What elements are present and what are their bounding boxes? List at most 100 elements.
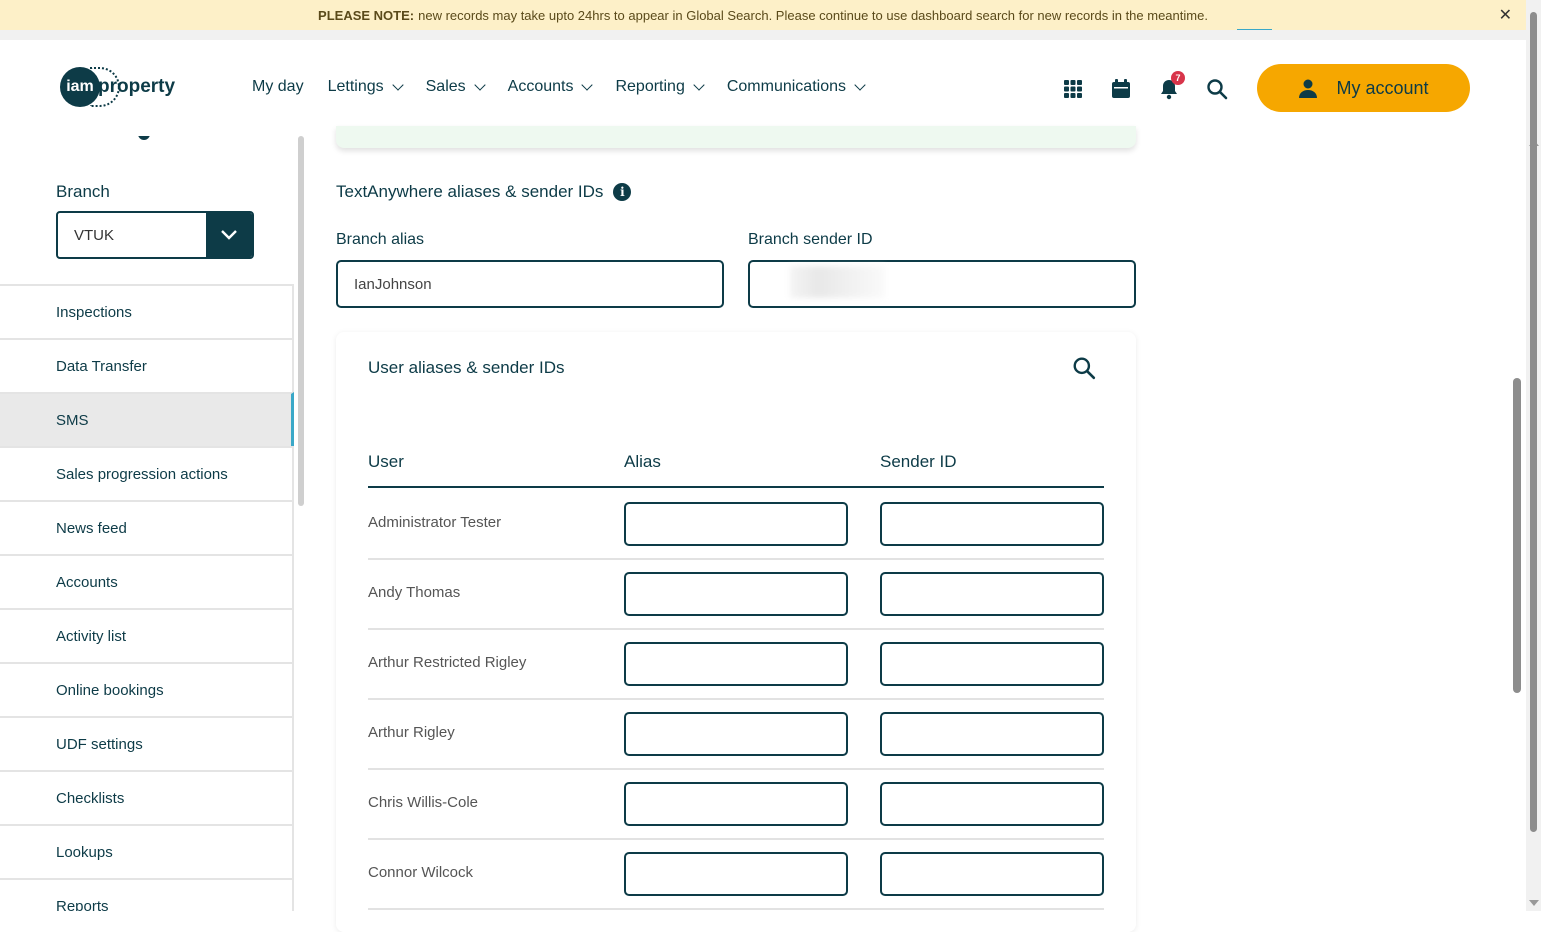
page-scrollbar-thumb[interactable]	[1530, 12, 1537, 832]
sidebar-item-activity-list[interactable]: Activity list	[0, 608, 294, 662]
user-aliases-card: User aliases & sender IDs User Alias Sen…	[336, 332, 1136, 932]
banner-gap	[0, 30, 1526, 40]
branch-alias-label: Branch alias	[336, 231, 425, 248]
chevron-down-icon	[693, 78, 705, 91]
alias-input[interactable]	[624, 642, 848, 686]
scroll-down-arrow-icon[interactable]	[1529, 900, 1539, 906]
chevron-down-icon	[854, 78, 866, 91]
nav-communications[interactable]: Communications	[726, 78, 866, 96]
column-header-user: User	[368, 452, 404, 471]
sender-id-input[interactable]	[880, 782, 1104, 826]
chevron-down-icon	[391, 78, 404, 91]
alias-input[interactable]	[624, 782, 848, 826]
sidebar-item-checklists[interactable]: Checklists	[0, 770, 294, 824]
nav-accounts[interactable]: Accounts	[507, 78, 594, 96]
search-icon[interactable]	[1206, 78, 1228, 100]
nav-sales[interactable]: Sales	[425, 78, 486, 96]
column-header-alias: Alias	[624, 452, 661, 471]
nav-label: Accounts	[507, 78, 574, 95]
user-name: Administrator Tester	[368, 514, 502, 531]
column-header-sender-id: Sender ID	[880, 452, 957, 471]
sidebar-item-udf-settings[interactable]: UDF settings	[0, 716, 294, 770]
sidebar-item-label: Online bookings	[56, 681, 164, 699]
sidebar-item-reports[interactable]: Reports	[0, 878, 294, 911]
search-icon[interactable]	[1072, 356, 1096, 380]
chevron-down-icon	[581, 78, 594, 91]
sidebar-scrollbar[interactable]	[298, 136, 304, 506]
alias-input[interactable]	[624, 572, 848, 616]
branch-select-value: VTUK	[74, 226, 115, 244]
nav-label: Sales	[425, 78, 466, 95]
nav-lettings[interactable]: Lettings	[327, 78, 404, 96]
top-header: iam property My day Lettings Sales Accou…	[0, 40, 1526, 136]
alias-input[interactable]	[624, 852, 848, 896]
sidebar-item-news-feed[interactable]: News feed	[0, 500, 294, 554]
user-name: Chris Willis-Cole	[368, 794, 479, 811]
sidebar-item-sales-progression-actions[interactable]: Sales progression actions	[0, 446, 294, 500]
branch-select[interactable]: VTUK	[56, 211, 254, 259]
branch-alias-input[interactable]	[336, 260, 724, 308]
main-nav: My day Lettings Sales Accounts Reporting…	[252, 78, 888, 96]
table-row: Chris Willis-Cole	[368, 770, 1104, 840]
table-row: Connor Wilcock	[368, 840, 1104, 910]
sidebar-item-label: Reports	[56, 897, 109, 912]
sidebar-item-online-bookings[interactable]: Online bookings	[0, 662, 294, 716]
table-row: Andy Thomas	[368, 560, 1104, 630]
sidebar-item-inspections[interactable]: Inspections	[0, 284, 294, 338]
nav-label: Reporting	[615, 78, 685, 95]
user-name: Andy Thomas	[368, 584, 461, 601]
alias-input[interactable]	[624, 502, 848, 546]
sender-id-input[interactable]	[880, 712, 1104, 756]
nav-label: Lettings	[327, 78, 384, 95]
sender-id-input[interactable]	[880, 852, 1104, 896]
sidebar-item-label: UDF settings	[56, 735, 143, 753]
sidebar-item-accounts[interactable]: Accounts	[0, 554, 294, 608]
nav-reporting[interactable]: Reporting	[615, 78, 705, 96]
logo-word: property	[98, 76, 176, 97]
my-account-label: My account	[1336, 77, 1429, 98]
nav-label: My day	[252, 78, 304, 95]
page-scrollbar[interactable]	[1526, 0, 1541, 911]
branch-select-toggle[interactable]	[206, 213, 252, 257]
sidebar-item-label: Inspections	[56, 303, 132, 321]
sidebar-heading-fragment	[138, 136, 150, 140]
user-icon	[1299, 79, 1318, 98]
textanywhere-section-title: TextAnywhere aliases & sender IDs i	[336, 182, 632, 202]
table-row: Arthur Rigley	[368, 700, 1104, 770]
redacted-value	[790, 266, 885, 298]
apps-grid-icon[interactable]	[1062, 78, 1084, 100]
sidebar-item-lookups[interactable]: Lookups	[0, 824, 294, 878]
sidebar-item-label: Checklists	[56, 789, 125, 807]
user-name: Arthur Restricted Rigley	[368, 654, 527, 671]
sidebar-item-label: Lookups	[56, 843, 113, 861]
alias-input[interactable]	[624, 712, 848, 756]
close-icon[interactable]: ✕	[1499, 5, 1512, 25]
sidebar-item-label: Activity list	[56, 627, 127, 645]
sender-id-input[interactable]	[880, 572, 1104, 616]
calendar-icon[interactable]	[1110, 78, 1132, 100]
status-card-edge	[336, 126, 1136, 148]
sidebar-item-sms[interactable]: SMS	[0, 392, 294, 446]
table-row: Arthur Restricted Rigley	[368, 630, 1104, 700]
sidebar-item-label: Accounts	[56, 573, 118, 591]
chevron-down-icon	[221, 230, 237, 240]
info-icon[interactable]: i	[613, 183, 632, 201]
settings-sidebar: Branch VTUK Inspections Data Transfer SM…	[0, 136, 294, 911]
sidebar-item-label: Data Transfer	[56, 357, 147, 375]
notice-banner: PLEASE NOTE: new records may take upto 2…	[0, 0, 1526, 31]
user-name: Connor Wilcock	[368, 864, 474, 881]
nav-my-day[interactable]: My day	[252, 78, 304, 96]
my-account-button[interactable]: My account	[1257, 64, 1470, 112]
sidebar-menu: Inspections Data Transfer SMS Sales prog…	[0, 284, 294, 911]
table-row: Administrator Tester	[368, 490, 1104, 560]
sidebar-item-data-transfer[interactable]: Data Transfer	[0, 338, 294, 392]
user-aliases-title: User aliases & sender IDs	[368, 358, 565, 377]
logo[interactable]: iam property	[60, 67, 175, 107]
sidebar-item-label: SMS	[56, 411, 89, 429]
branch-sender-id-label: Branch sender ID	[748, 231, 873, 248]
content-scrollbar-thumb[interactable]	[1513, 378, 1521, 693]
section-title-text: TextAnywhere aliases & sender IDs	[336, 182, 604, 201]
sender-id-input[interactable]	[880, 642, 1104, 686]
sender-id-input[interactable]	[880, 502, 1104, 546]
nav-label: Communications	[726, 78, 846, 95]
